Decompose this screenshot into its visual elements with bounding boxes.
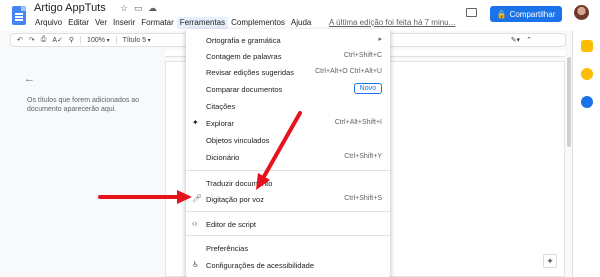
outline-empty-message: Os títulos que forem adicionados ao docu…	[27, 97, 140, 113]
new-badge: Novo	[353, 83, 382, 94]
last-edit-link[interactable]: A última edição foi feita há 7 minu...	[329, 17, 455, 29]
star-icon[interactable]: ☆	[120, 3, 128, 14]
explore-button-icon[interactable]: ✦	[543, 254, 557, 268]
tasks-icon[interactable]	[581, 68, 593, 80]
scrollbar[interactable]	[567, 57, 571, 147]
share-button[interactable]: 🔒 Compartilhar	[490, 6, 562, 22]
lock-icon: 🔒	[496, 9, 507, 19]
menu-item-accessibility[interactable]: ♿︎ Configurações de acessibilidade	[186, 258, 390, 272]
menu-arquivo[interactable]: Arquivo	[32, 17, 65, 29]
menu-item-citations[interactable]: Citações	[186, 99, 390, 113]
menu-item-linked-objects[interactable]: Objetos vinculados	[186, 133, 390, 147]
undo-icon[interactable]: ↶	[17, 36, 23, 44]
menu-item-translate[interactable]: Traduzir documento	[186, 176, 390, 190]
menu-item-script-editor[interactable]: ‹› Editor de script	[186, 217, 390, 231]
menu-item-explore[interactable]: ✦ Explorar Ctrl+Alt+Shift+I	[186, 116, 390, 130]
menu-item-voice-typing[interactable]: 🎤︎ Digitação por voz Ctrl+Shift+S	[186, 192, 390, 206]
menu-item-compare-documents[interactable]: Comparar documentos Novo	[186, 82, 390, 96]
menu-ajuda[interactable]: Ajuda	[288, 17, 314, 29]
menu-item-spelling[interactable]: Ortografia e gramática ▸	[186, 33, 390, 47]
share-button-label: Compartilhar	[509, 9, 556, 19]
menu-ferramentas[interactable]: Ferramentas	[176, 17, 229, 29]
accessibility-icon: ♿︎	[192, 260, 200, 269]
docs-logo-icon[interactable]	[12, 6, 26, 25]
menu-ver[interactable]: Ver	[92, 17, 110, 29]
menu-editar[interactable]: Editar	[65, 17, 92, 29]
zoom-select[interactable]: 100%	[87, 37, 110, 44]
menu-bar: Arquivo Editar Ver Inserir Formatar Ferr…	[32, 17, 314, 29]
collapse-toolbar-icon[interactable]: ⌃	[526, 36, 532, 44]
title-bar: Artigo AppTuts ☆ ▭ ☁ Arquivo Editar Ver …	[0, 0, 600, 31]
microphone-icon: 🎤︎	[192, 194, 203, 203]
submenu-arrow-icon: ▸	[378, 36, 382, 43]
cloud-saved-icon[interactable]: ☁	[148, 3, 157, 14]
spellcheck-icon[interactable]: A✓	[52, 36, 63, 44]
close-outline-arrow-icon[interactable]: ←	[24, 73, 35, 85]
print-icon[interactable]: ⎙	[41, 36, 47, 44]
move-folder-icon[interactable]: ▭	[134, 3, 143, 14]
edit-mode-pencil-icon[interactable]: ✎▾	[511, 36, 520, 44]
menu-item-dictionary[interactable]: Dicionário Ctrl+Shift+Y	[186, 150, 390, 164]
style-select[interactable]: Título 5	[123, 37, 151, 44]
menu-item-review-suggestions[interactable]: Revisar edições sugeridas Ctrl+Alt+O Ctr…	[186, 65, 390, 79]
code-icon: ‹›	[192, 219, 198, 228]
contacts-icon[interactable]	[581, 96, 593, 108]
comment-history-icon[interactable]	[466, 8, 477, 17]
menu-complementos[interactable]: Complementos	[228, 17, 288, 29]
menu-item-word-count[interactable]: Contagem de palavras Ctrl+Shift+C	[186, 49, 390, 63]
redo-icon[interactable]: ↷	[29, 36, 35, 44]
keep-icon[interactable]	[581, 40, 593, 52]
explore-icon: ✦	[192, 118, 199, 127]
avatar[interactable]	[574, 5, 589, 20]
tools-menu: Ortografia e gramática ▸ Contagem de pal…	[186, 29, 390, 277]
menu-inserir[interactable]: Inserir	[110, 17, 138, 29]
menu-item-preferences[interactable]: Preferências	[186, 241, 390, 255]
paint-format-icon[interactable]: ⚲	[69, 36, 74, 44]
document-title[interactable]: Artigo AppTuts	[34, 2, 106, 14]
menu-formatar[interactable]: Formatar	[138, 17, 176, 29]
side-panel	[572, 31, 600, 277]
